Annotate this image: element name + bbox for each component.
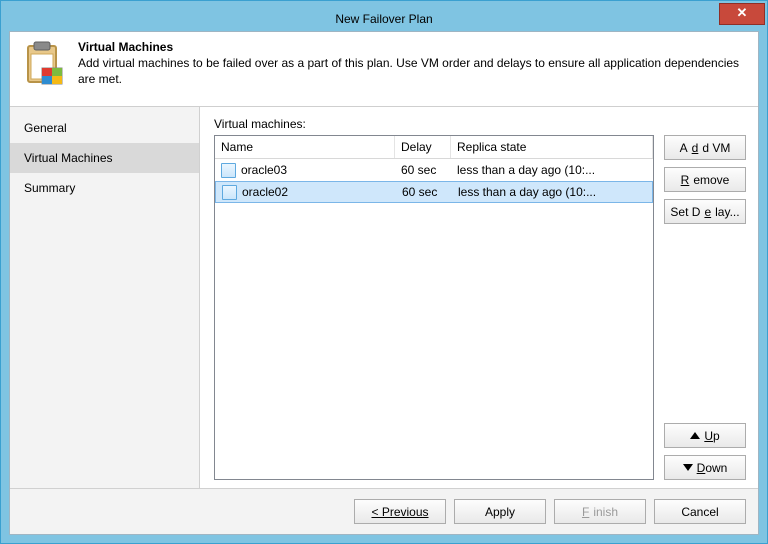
sidebar-item-virtual-machines[interactable]: Virtual Machines: [10, 143, 199, 173]
column-header-name[interactable]: Name: [215, 136, 395, 158]
sidebar-item-general[interactable]: General: [10, 113, 199, 143]
set-delay-button[interactable]: Set Delay...: [664, 199, 746, 224]
list-body: oracle03 60 sec less than a day ago (10:…: [215, 159, 653, 479]
cell-name: oracle02: [242, 181, 288, 203]
cell-replica: less than a day ago (10:...: [451, 159, 653, 181]
window-title: New Failover Plan: [335, 9, 432, 29]
arrow-up-icon: [690, 432, 700, 439]
finish-button: Finish: [554, 499, 646, 524]
cell-name: oracle03: [241, 159, 287, 181]
cancel-button[interactable]: Cancel: [654, 499, 746, 524]
footer: < Previous Apply Finish Cancel: [10, 488, 758, 534]
dialog-window: New Failover Plan ✕ Virtual Machines: [0, 0, 768, 544]
apply-button[interactable]: Apply: [454, 499, 546, 524]
dialog-inner: Virtual Machines Add virtual machines to…: [9, 31, 759, 535]
virtual-machines-label: Virtual machines:: [214, 117, 746, 131]
side-buttons: Add VM Remove Set Delay... Up: [664, 135, 746, 480]
cell-delay: 60 sec: [395, 159, 451, 181]
previous-button[interactable]: < Previous: [354, 499, 446, 524]
titlebar: New Failover Plan ✕: [9, 9, 759, 31]
close-icon: ✕: [737, 5, 748, 20]
vm-icon: [221, 163, 236, 178]
main-row: Name Delay Replica state oracle03 60 sec: [214, 135, 746, 480]
spacer: [664, 231, 746, 423]
header-title: Virtual Machines: [78, 40, 748, 54]
add-vm-button[interactable]: Add VM: [664, 135, 746, 160]
arrow-down-icon: [683, 464, 693, 471]
cell-delay: 60 sec: [396, 181, 452, 203]
table-row[interactable]: oracle02 60 sec less than a day ago (10:…: [215, 181, 653, 203]
list-header: Name Delay Replica state: [215, 136, 653, 159]
header: Virtual Machines Add virtual machines to…: [10, 32, 758, 107]
vm-listview[interactable]: Name Delay Replica state oracle03 60 sec: [214, 135, 654, 480]
vm-icon: [222, 185, 237, 200]
clipboard-vm-icon: [20, 40, 68, 88]
wizard-sidebar: General Virtual Machines Summary: [10, 107, 200, 488]
move-down-button[interactable]: Down: [664, 455, 746, 480]
body: General Virtual Machines Summary Virtual…: [10, 107, 758, 488]
close-button[interactable]: ✕: [719, 3, 765, 25]
move-up-button[interactable]: Up: [664, 423, 746, 448]
table-row[interactable]: oracle03 60 sec less than a day ago (10:…: [215, 159, 653, 181]
header-text: Virtual Machines Add virtual machines to…: [78, 40, 748, 100]
remove-button[interactable]: Remove: [664, 167, 746, 192]
content-pane: Virtual machines: Name Delay Replica sta…: [200, 107, 758, 488]
sidebar-item-summary[interactable]: Summary: [10, 173, 199, 203]
column-header-replica-state[interactable]: Replica state: [451, 136, 653, 158]
header-description: Add virtual machines to be failed over a…: [78, 56, 748, 87]
column-header-delay[interactable]: Delay: [395, 136, 451, 158]
cell-replica: less than a day ago (10:...: [452, 181, 652, 203]
